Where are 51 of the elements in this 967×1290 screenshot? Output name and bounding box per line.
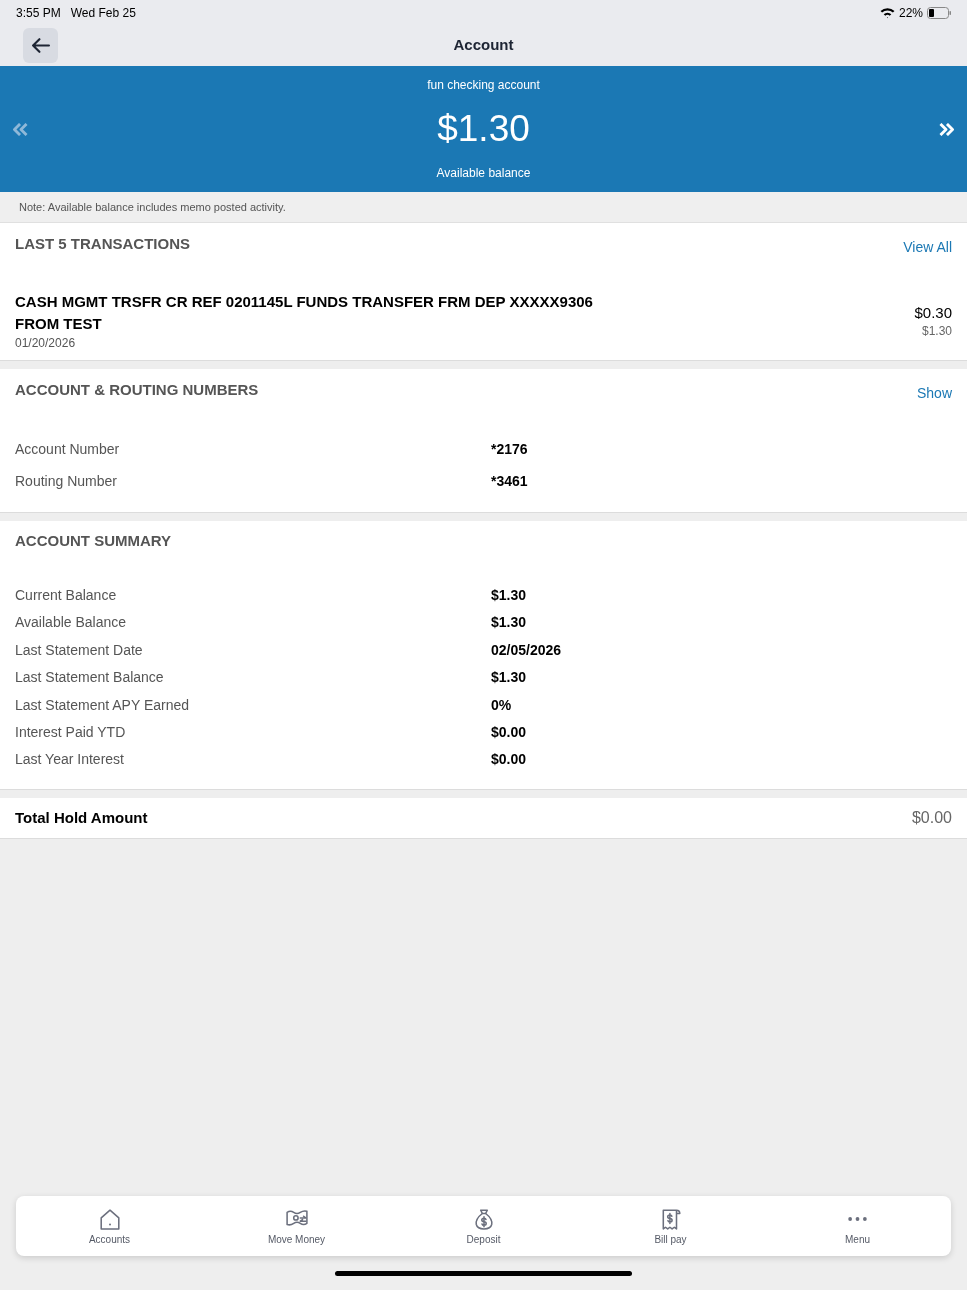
field-value: *2176 xyxy=(491,440,529,459)
field-label: Current Balance xyxy=(15,586,118,605)
battery-icon xyxy=(927,6,951,19)
field-label: Available Balance xyxy=(15,613,128,633)
tab-bar-item[interactable]: Accounts xyxy=(16,1196,203,1256)
status-date: Wed Feb 25 xyxy=(70,4,136,22)
field-label: Last Statement APY Earned xyxy=(15,695,191,715)
field-value: 02/05/2026 xyxy=(491,640,563,660)
money-bag-icon xyxy=(472,1208,495,1230)
tab-bar-item[interactable]: Menu xyxy=(764,1196,951,1256)
more-icon xyxy=(848,1217,867,1221)
field-value: $1.30 xyxy=(491,668,528,688)
back-button[interactable] xyxy=(23,28,58,63)
balance-note: Note: Available balance includes memo posted activity. xyxy=(19,199,286,215)
field-label: Last Statement Balance xyxy=(15,668,165,688)
tab-bar-item[interactable]: Bill pay xyxy=(577,1196,764,1256)
section-title: LAST 5 TRANSACTIONS xyxy=(15,235,190,253)
account-name: fun checking account xyxy=(427,77,540,93)
section-link[interactable]: Show xyxy=(916,384,952,402)
field-value: $1.30 xyxy=(491,613,528,633)
running-balance: $1.30 xyxy=(921,323,952,339)
field-label: Routing Number xyxy=(15,472,118,491)
tab-bar-item[interactable]: Move Money xyxy=(203,1196,390,1256)
page-title: Account xyxy=(453,35,514,56)
section-link[interactable]: View All xyxy=(903,238,952,256)
field-label: Last Year Interest xyxy=(15,750,125,770)
field-label: Account Number xyxy=(15,440,121,459)
field-label: Last Statement Date xyxy=(15,640,144,660)
balance-amount: $1.30 xyxy=(437,107,530,151)
wifi-icon xyxy=(879,6,895,19)
home-indicator[interactable] xyxy=(335,1270,632,1276)
arrow-left-icon xyxy=(31,38,50,53)
double-chevron-right-icon[interactable] xyxy=(939,122,954,136)
transaction-amount: $0.30 xyxy=(914,303,952,323)
tab-bar-item[interactable]: Deposit xyxy=(390,1196,577,1256)
total-hold-label: Total Hold Amount xyxy=(15,807,148,828)
field-value: $1.30 xyxy=(491,586,528,605)
transaction-date: 01/20/2026 xyxy=(15,335,77,351)
status-time: 3:55 PM xyxy=(16,4,61,22)
section-title: ACCOUNT & ROUTING NUMBERS xyxy=(15,381,259,399)
field-value: *3461 xyxy=(491,472,529,491)
house-icon xyxy=(98,1208,121,1230)
section-title: ACCOUNT SUMMARY xyxy=(15,532,172,550)
field-value: 0% xyxy=(491,695,513,715)
field-value: $0.00 xyxy=(491,723,528,743)
total-hold-value: $0.00 xyxy=(911,807,952,828)
field-label: Interest Paid YTD xyxy=(15,723,127,743)
balance-label: Available balance xyxy=(436,165,531,181)
transaction-description: CASH MGMT TRSFR CR REF 0201145L FUNDS TRANSFER FRM DEP XXXXX9306 FROM TEST xyxy=(15,292,594,334)
battery-percentage: 22% xyxy=(898,4,923,22)
field-value: $0.00 xyxy=(491,750,528,770)
